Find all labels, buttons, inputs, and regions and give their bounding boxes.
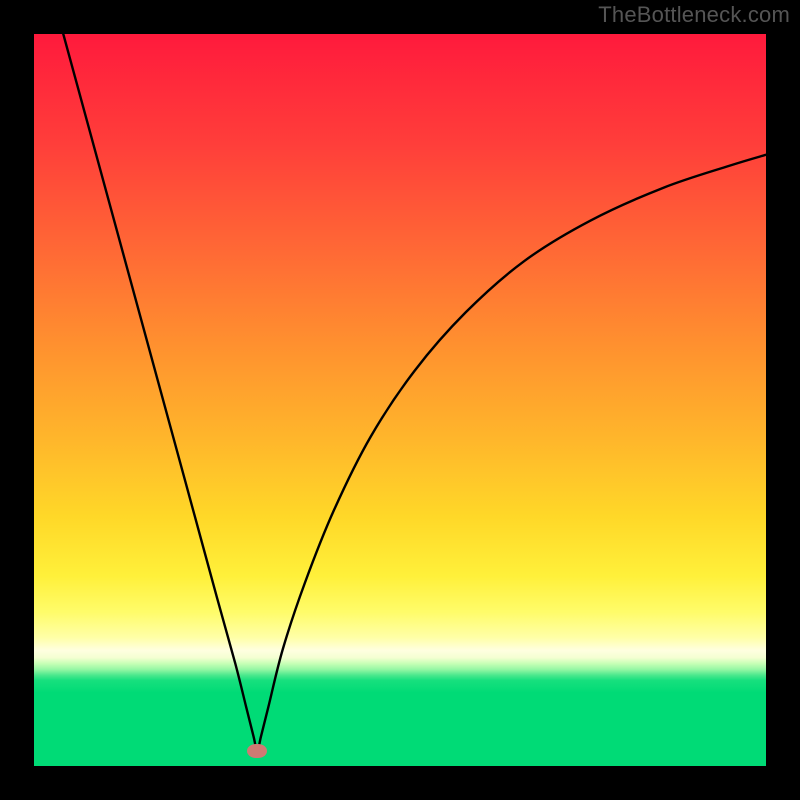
watermark-text: TheBottleneck.com: [598, 2, 790, 28]
curve-layer: [34, 34, 766, 766]
optimum-marker: [247, 744, 267, 758]
plot-area: [34, 34, 766, 766]
bottleneck-curve: [63, 34, 766, 751]
chart-frame: TheBottleneck.com: [0, 0, 800, 800]
